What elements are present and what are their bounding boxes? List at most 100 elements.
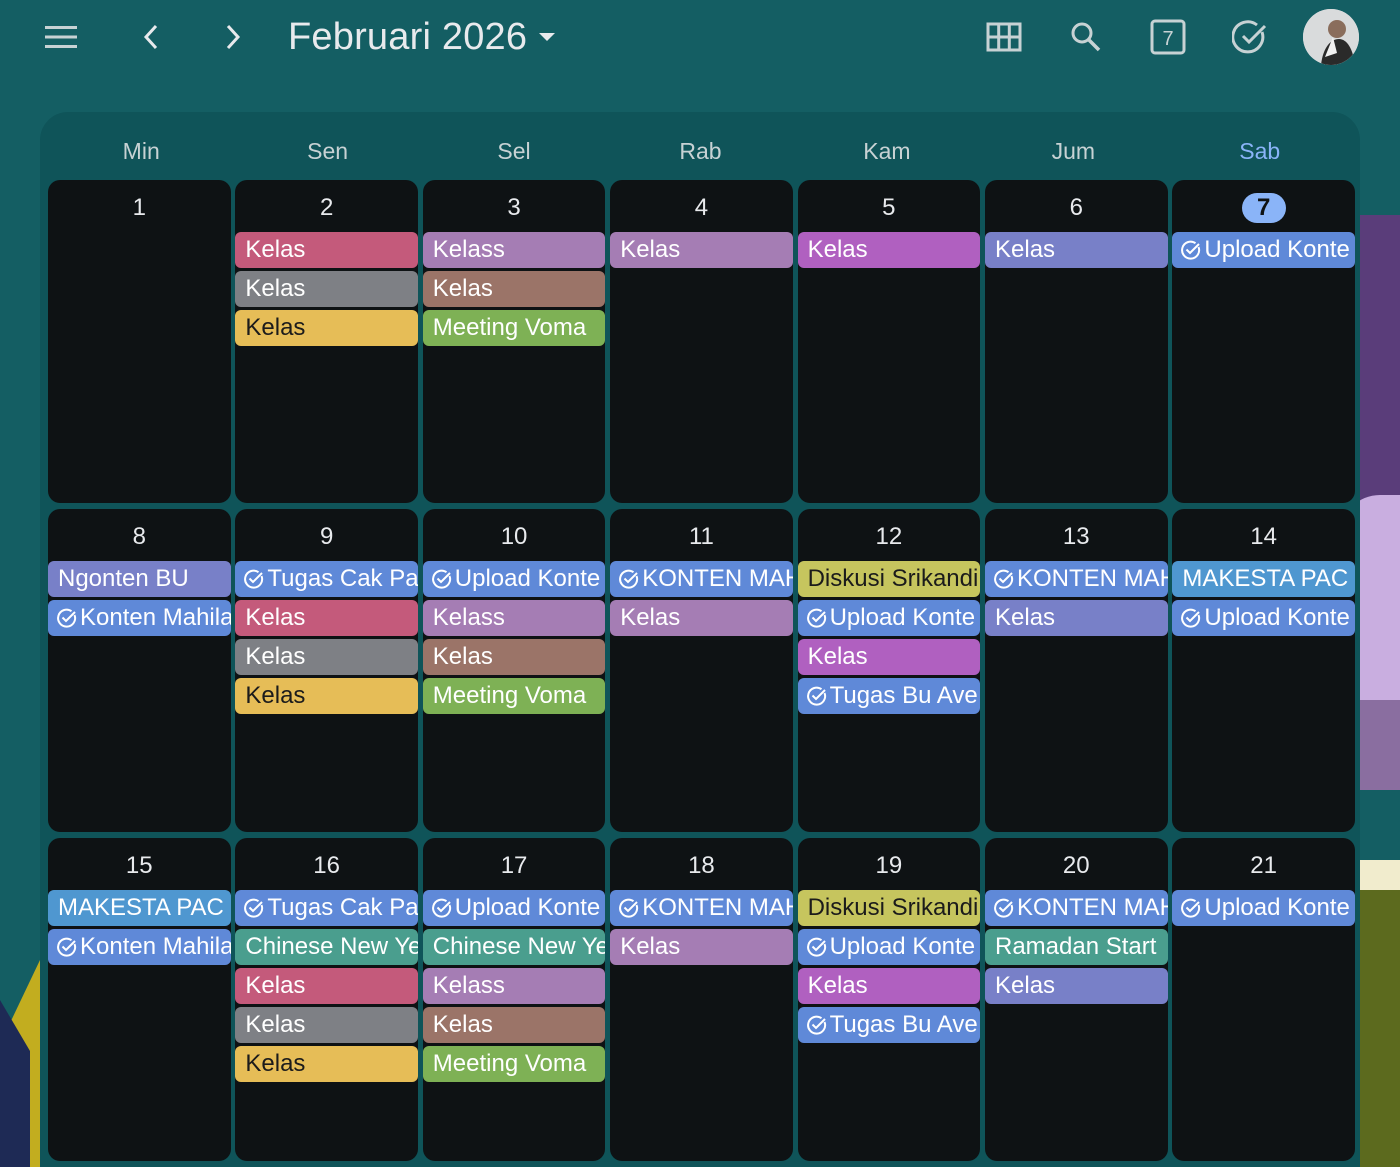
event-chip[interactable]: Kelas [235, 271, 418, 307]
date-number[interactable]: 14 [1172, 509, 1355, 561]
date-number[interactable]: 12 [798, 509, 981, 561]
event-chip[interactable]: Kelas [610, 929, 793, 965]
day-cell[interactable]: 21 Upload Konte [1172, 838, 1355, 1161]
date-number[interactable]: 18 [610, 838, 793, 890]
task-chip[interactable]: Konten Mahila [48, 929, 231, 965]
task-chip[interactable]: KONTEN MAH [985, 890, 1168, 926]
day-cell[interactable]: 16 Tugas Cak Pa Chinese New Ye Kelas Kelas Ke… [235, 838, 418, 1161]
event-chip[interactable]: Kelas [235, 968, 418, 1004]
search-button[interactable] [1062, 14, 1110, 60]
task-chip[interactable]: KONTEN MAH [610, 890, 793, 926]
date-number[interactable]: 9 [235, 509, 418, 561]
today-button[interactable]: 7 [1144, 14, 1192, 60]
task-chip[interactable]: KONTEN MAH [985, 561, 1168, 597]
day-cell[interactable]: 13 KONTEN MAH Kelas [985, 509, 1168, 832]
view-switch-button[interactable] [980, 14, 1028, 60]
previous-month-button[interactable] [128, 16, 174, 58]
event-chip[interactable]: MAKESTA PAC U [48, 890, 231, 926]
account-avatar[interactable] [1303, 9, 1359, 65]
date-number[interactable]: 17 [423, 838, 606, 890]
event-chip[interactable]: MAKESTA PAC U [1172, 561, 1355, 597]
date-number[interactable]: 13 [985, 509, 1168, 561]
task-chip[interactable]: Tugas Cak Pa [235, 890, 418, 926]
event-chip[interactable]: Chinese New Ye [235, 929, 418, 965]
day-cell[interactable]: 18 KONTEN MAH Kelas [610, 838, 793, 1161]
event-chip[interactable]: Kelas [610, 232, 793, 268]
day-cell[interactable]: 12 Diskusi Srikandi Upload Konte Kelas Tugas… [797, 509, 981, 832]
date-number[interactable]: 21 [1172, 838, 1355, 890]
day-cell[interactable]: 2 Kelas Kelas Kelas [235, 180, 418, 503]
task-chip[interactable]: Upload Konte [797, 600, 981, 636]
menu-button[interactable] [38, 16, 84, 58]
day-cell[interactable]: 5 Kelas [797, 180, 981, 503]
day-cell[interactable]: 19 Diskusi Srikandi Upload Konte Kelas Tugas… [797, 838, 981, 1161]
day-cell[interactable]: 6 Kelas [985, 180, 1168, 503]
event-chip[interactable]: Kelass [422, 232, 606, 268]
event-chip[interactable]: Diskusi Srikandi [797, 561, 981, 597]
task-chip[interactable]: KONTEN MAH [610, 561, 793, 597]
event-chip[interactable]: Kelas [797, 232, 981, 268]
event-chip[interactable]: Kelas [797, 639, 981, 675]
task-chip[interactable]: Tugas Bu Ave [797, 678, 981, 714]
event-chip[interactable]: Kelas [235, 639, 418, 675]
event-chip[interactable]: Ngonten BU [48, 561, 231, 597]
event-chip[interactable]: Kelas [235, 232, 418, 268]
day-cell[interactable]: 7 Upload Konte [1172, 180, 1355, 503]
event-chip[interactable]: Kelas [610, 600, 793, 636]
date-number[interactable]: 5 [798, 180, 981, 232]
day-cell[interactable]: 11 KONTEN MAH Kelas [610, 509, 793, 832]
task-chip[interactable]: Tugas Cak Pa [235, 561, 418, 597]
date-number[interactable]: 4 [610, 180, 793, 232]
day-cell[interactable]: 17 Upload Konte Chinese New Ye Kelass Kelas M… [422, 838, 606, 1161]
date-number[interactable]: 11 [610, 509, 793, 561]
date-number[interactable]: 16 [235, 838, 418, 890]
event-chip[interactable]: Kelas [422, 271, 606, 307]
day-cell[interactable]: 14 MAKESTA PAC U Upload Konte [1172, 509, 1355, 832]
day-cell[interactable]: 9 Tugas Cak Pa Kelas Kelas Kelas [235, 509, 418, 832]
task-chip[interactable]: Upload Konte [1172, 890, 1355, 926]
event-chip[interactable]: Kelas [235, 1007, 418, 1043]
task-chip[interactable]: Upload Konte [422, 890, 606, 926]
event-chip[interactable]: Kelas [235, 678, 418, 714]
event-chip[interactable]: Kelas [985, 968, 1168, 1004]
task-chip[interactable]: Konten Mahila [48, 600, 231, 636]
date-number[interactable]: 10 [423, 509, 606, 561]
date-number[interactable]: 8 [48, 509, 231, 561]
date-number[interactable]: 1 [48, 180, 231, 232]
day-cell[interactable]: 20 KONTEN MAH Ramadan Start Kelas [985, 838, 1168, 1161]
event-chip[interactable]: Kelas [235, 310, 418, 346]
tasks-button[interactable] [1226, 14, 1274, 60]
day-cell[interactable]: 8 Ngonten BU Konten Mahila [48, 509, 231, 832]
event-chip[interactable]: Ramadan Start [985, 929, 1168, 965]
date-number[interactable]: 2 [235, 180, 418, 232]
task-chip[interactable]: Tugas Bu Ave [797, 1007, 981, 1043]
event-chip[interactable]: Kelas [422, 1007, 606, 1043]
task-chip[interactable]: Upload Konte [422, 561, 606, 597]
day-cell[interactable]: 15 MAKESTA PAC U Konten Mahila [48, 838, 231, 1161]
day-cell[interactable]: 4 Kelas [610, 180, 793, 503]
task-chip[interactable]: Upload Konte [1172, 600, 1355, 636]
event-chip[interactable]: Kelas [235, 600, 418, 636]
event-chip[interactable]: Kelas [985, 232, 1168, 268]
day-cell[interactable]: 3 Kelass Kelas Meeting Voma [422, 180, 606, 503]
event-chip[interactable]: Diskusi Srikandi [797, 890, 981, 926]
date-number[interactable]: 20 [985, 838, 1168, 890]
next-month-button[interactable] [210, 16, 256, 58]
month-selector[interactable]: Februari 2026 [288, 12, 556, 62]
event-chip[interactable]: Kelass [422, 600, 606, 636]
event-chip[interactable]: Kelas [985, 600, 1168, 636]
event-chip[interactable]: Kelass [422, 968, 606, 1004]
event-chip[interactable]: Chinese New Ye [422, 929, 606, 965]
task-chip[interactable]: Upload Konte [797, 929, 981, 965]
date-number[interactable]: 15 [48, 838, 231, 890]
event-chip[interactable]: Kelas [235, 1046, 418, 1082]
event-chip[interactable]: Meeting Voma [422, 678, 606, 714]
event-chip[interactable]: Meeting Voma [422, 310, 606, 346]
date-number[interactable]: 6 [985, 180, 1168, 232]
date-number[interactable]: 19 [798, 838, 981, 890]
event-chip[interactable]: Kelas [422, 639, 606, 675]
event-chip[interactable]: Kelas [797, 968, 981, 1004]
day-cell[interactable]: 1 [48, 180, 231, 503]
day-cell[interactable]: 10 Upload Konte Kelass Kelas Meeting Voma [422, 509, 606, 832]
event-chip[interactable]: Meeting Voma [422, 1046, 606, 1082]
